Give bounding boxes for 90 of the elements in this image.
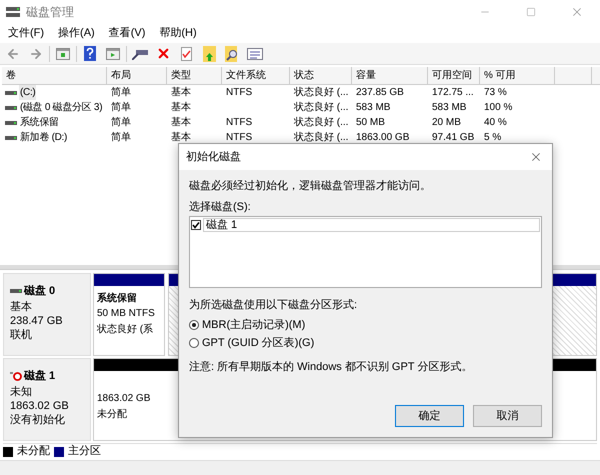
menu-item[interactable]: 帮助(H): [159, 25, 197, 42]
legend-label: 主分区: [68, 444, 101, 460]
delete-icon: [156, 46, 170, 61]
column-header[interactable]: 布局: [107, 67, 167, 84]
table-cell: 583 MB: [432, 102, 466, 113]
legend-label: 未分配: [17, 444, 50, 460]
drive-icon: [5, 104, 17, 110]
list-window-icon: [247, 48, 263, 60]
drive-icon: [5, 120, 17, 126]
partition-detail: 状态良好 (系: [97, 322, 154, 337]
table-cell: 50 MB: [356, 117, 385, 128]
table-cell: 20 MB: [432, 117, 461, 128]
table-cell: 简单: [111, 132, 131, 143]
disk-detail: 没有初始化: [10, 412, 66, 426]
table-cell: 40 %: [484, 117, 507, 128]
column-header[interactable]: 状态: [290, 67, 352, 84]
table-cell: 583 MB: [356, 102, 390, 113]
column-header[interactable]: 可用空间: [428, 67, 480, 84]
note-text: 注意: 所有早期版本的 Windows 都不识别 GPT 分区形式。: [189, 360, 474, 374]
table-cell: 基本: [171, 102, 191, 113]
partition-detail: 未分配: [97, 408, 127, 422]
partition-block[interactable]: 系统保留 50 MB NTFS 状态良好 (系: [93, 273, 165, 356]
window-title: 磁盘管理: [26, 4, 74, 21]
dialog-title: 初始化磁盘: [186, 150, 241, 165]
table-cell: 73 %: [484, 87, 507, 98]
disk-name: 磁盘 1: [24, 369, 56, 384]
disk-detail: 未知: [10, 384, 33, 398]
disk-info-panel[interactable]: 磁盘 0 基本 238.47 GB 联机: [3, 273, 91, 356]
drive-icon: [5, 134, 17, 140]
dialog-message: 磁盘必须经过初始化，逻辑磁盘管理器才能访问。: [189, 178, 432, 194]
window-panel-icon: [56, 48, 70, 60]
dialog-button[interactable]: 确定: [395, 405, 464, 427]
table-cell: 状态良好 (...: [294, 87, 348, 98]
help-icon: [84, 46, 96, 61]
volume-name[interactable]: (磁盘 0 磁盘分区 3): [19, 100, 104, 115]
radio-option[interactable]: GPT (GUID 分区表)(G): [189, 336, 542, 350]
disk-list-item[interactable]: 磁盘 1: [203, 218, 540, 232]
table-cell: 237.85 GB: [356, 87, 404, 98]
volume-name[interactable]: (C:): [19, 85, 36, 100]
checkbox[interactable]: [191, 220, 201, 230]
window-panel-icon: [106, 48, 120, 60]
table-cell: 简单: [111, 117, 131, 128]
table-cell: 5 %: [484, 132, 502, 143]
table-cell: NTFS: [226, 87, 252, 98]
table-cell: 状态良好 (...: [294, 117, 348, 128]
table-cell: 简单: [111, 102, 131, 113]
table-cell: NTFS: [226, 132, 252, 143]
disk-detail: 联机: [10, 328, 33, 342]
partition-style-label: 为所选磁盘使用以下磁盘分区形式:: [189, 298, 358, 312]
drive-icon: [10, 288, 22, 294]
dialog-button[interactable]: 取消: [473, 405, 542, 427]
table-cell: NTFS: [226, 117, 252, 128]
partition-title: 系统保留: [97, 292, 137, 306]
disk-detail: 基本: [10, 300, 33, 314]
column-header[interactable]: 容量: [352, 67, 428, 84]
column-header[interactable]: % 可用: [480, 67, 555, 84]
disk-info-panel[interactable]: 磁盘 1 未知 1863.02 GB 没有初始化: [3, 358, 91, 441]
table-cell: 状态良好 (...: [294, 102, 348, 113]
menu-item[interactable]: 文件(F): [8, 25, 44, 42]
table-cell: 基本: [171, 87, 191, 98]
disk-detail: 1863.02 GB: [10, 398, 70, 412]
select-disk-label: 选择磁盘(S):: [189, 200, 252, 214]
column-header[interactable]: 文件系统: [222, 67, 290, 84]
column-header[interactable]: 卷: [2, 67, 107, 84]
column-header[interactable]: 类型: [167, 67, 222, 84]
table-cell: 172.75 ...: [432, 87, 474, 98]
disk-detail: 238.47 GB: [10, 314, 64, 328]
disk-management-icon: [6, 6, 20, 18]
maximize-icon: [526, 7, 536, 17]
partition-detail: 1863.02 GB: [97, 392, 150, 406]
volume-name[interactable]: 新加卷 (D:): [19, 130, 68, 145]
table-cell: 100 %: [484, 102, 512, 113]
table-cell: 状态良好 (...: [294, 132, 348, 143]
partition-detail: 50 MB NTFS: [97, 307, 155, 321]
radio-option[interactable]: MBR(主启动记录)(M): [189, 318, 542, 332]
volume-name[interactable]: 系统保留: [19, 115, 60, 130]
table-cell: 简单: [111, 87, 131, 98]
drive-icon: [132, 48, 148, 60]
menu-item[interactable]: 查看(V): [108, 25, 146, 42]
document-check-icon: [180, 46, 192, 60]
table-cell: 基本: [171, 117, 191, 128]
table-cell: 97.41 GB: [432, 132, 474, 143]
drive-icon: [5, 90, 17, 96]
table-cell: 基本: [171, 132, 191, 143]
folder-magnifier-icon: [225, 46, 239, 62]
disk-error-icon: [10, 372, 22, 381]
menu-item[interactable]: 操作(A): [58, 25, 95, 42]
disk-name: 磁盘 0: [24, 284, 56, 299]
table-cell: 1863.00 GB: [356, 132, 410, 143]
right-arrow-icon: [29, 46, 43, 60]
